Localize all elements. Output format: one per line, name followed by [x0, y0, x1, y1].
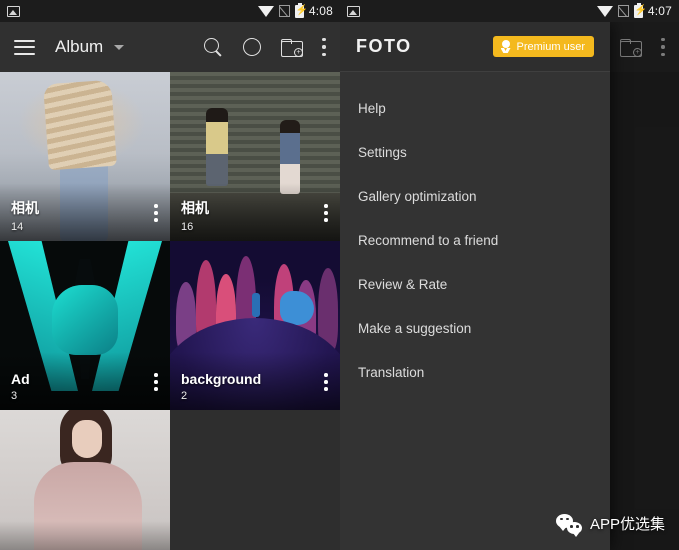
navigation-drawer: FOTO Premium user Help Settings Gallery … — [340, 22, 610, 550]
premium-badge-label: Premium user — [516, 40, 585, 53]
wifi-icon — [257, 5, 274, 17]
album-tile[interactable]: background 2 — [170, 241, 340, 410]
album-name: Ad — [11, 371, 30, 387]
right-status-bar: 4:07 — [340, 0, 679, 22]
signal-icon — [278, 5, 290, 17]
album-count: 16 — [181, 221, 194, 233]
battery-charging-icon — [294, 2, 308, 18]
album-tile[interactable]: 相机 14 — [0, 72, 170, 241]
left-toolbar: Album + — [0, 22, 340, 72]
album-overflow-icon[interactable] — [154, 204, 158, 225]
chevron-down-icon[interactable] — [114, 44, 125, 50]
album-overflow-icon[interactable] — [324, 204, 328, 225]
album-grid: 相机 14 相机 16 Ad 3 background 2 — [0, 72, 340, 550]
status-time: 4:07 — [647, 4, 672, 18]
album-name: 相机 — [181, 200, 209, 216]
app-brand-title: FOTO — [356, 36, 412, 56]
drawer-menu-list: Help Settings Gallery optimization Recom… — [340, 72, 610, 394]
album-overflow-icon[interactable] — [324, 373, 328, 394]
screenshot-comparison: 4:08 Album + — [0, 0, 679, 550]
right-screen-nav-drawer: 4:07 + 着贫穷 — [340, 0, 679, 550]
drawer-item-translation[interactable]: Translation — [340, 350, 610, 394]
award-icon — [500, 40, 512, 53]
left-status-bar: 4:08 — [0, 0, 340, 22]
photo-notification-icon — [347, 5, 360, 17]
drawer-item-recommend-to-a-friend[interactable]: Recommend to a friend — [340, 218, 610, 262]
battery-charging-icon — [633, 2, 647, 18]
page-title[interactable]: Album — [55, 37, 103, 57]
album-count: 3 — [11, 390, 18, 402]
album-tile[interactable]: Ad 3 — [0, 241, 170, 410]
album-count: 14 — [11, 221, 24, 233]
drawer-item-settings[interactable]: Settings — [340, 130, 610, 174]
left-screen-album-grid: 4:08 Album + — [0, 0, 340, 550]
album-tile[interactable]: 相机 16 — [170, 72, 340, 241]
hamburger-menu-icon[interactable] — [14, 39, 35, 55]
status-time: 4:08 — [308, 4, 333, 18]
photo-notification-icon — [7, 5, 20, 17]
wechat-icon — [555, 513, 582, 537]
search-icon[interactable] — [204, 37, 223, 57]
album-tile[interactable]: 2f — [0, 410, 170, 550]
circle-icon[interactable] — [243, 38, 261, 56]
album-thumbnail — [170, 410, 340, 550]
album-name: background — [181, 371, 262, 387]
folder-add-badge: + — [294, 47, 303, 57]
album-count: 2 — [181, 390, 188, 402]
album-overflow-icon[interactable] — [154, 373, 158, 394]
drawer-item-gallery-optimization[interactable]: Gallery optimization — [340, 174, 610, 218]
tile-scrim — [0, 521, 170, 550]
signal-icon — [617, 5, 629, 17]
album-tile[interactable]: Pictures — [170, 410, 340, 550]
drawer-item-review-and-rate[interactable]: Review & Rate — [340, 262, 610, 306]
folder-add-icon[interactable]: + — [281, 38, 303, 57]
drawer-item-help[interactable]: Help — [340, 86, 610, 130]
album-name: 相机 — [11, 200, 39, 216]
wifi-icon — [596, 5, 613, 17]
premium-user-badge[interactable]: Premium user — [492, 36, 594, 57]
drawer-header: FOTO Premium user — [340, 22, 610, 72]
drawer-item-make-a-suggestion[interactable]: Make a suggestion — [340, 306, 610, 350]
overflow-menu-icon[interactable] — [322, 38, 326, 56]
watermark-text: APP优选集 — [589, 516, 665, 533]
wechat-watermark: APP优选集 — [555, 513, 665, 537]
